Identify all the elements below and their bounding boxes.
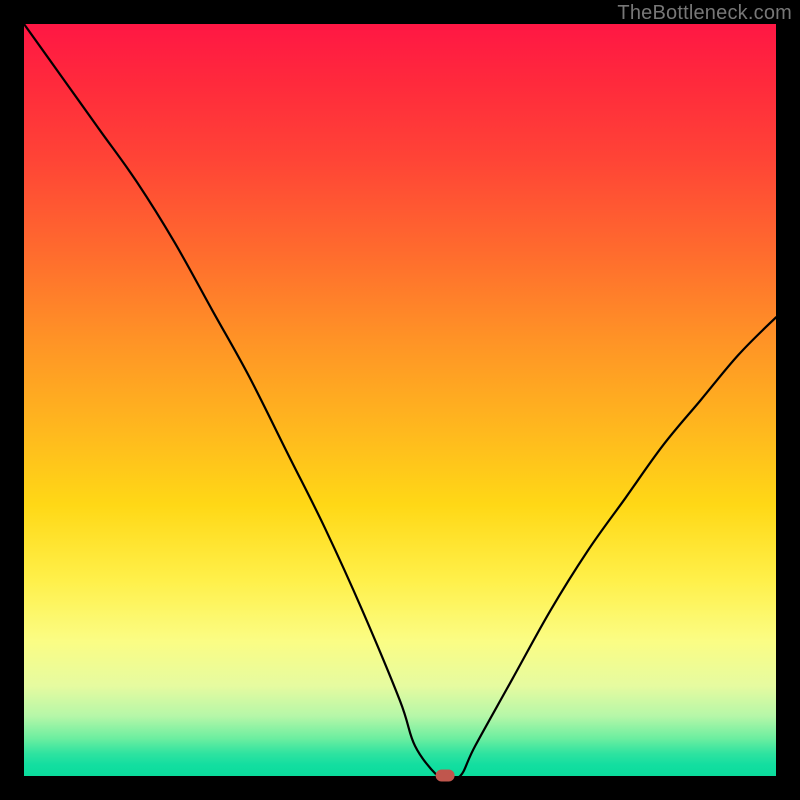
bottleneck-curve bbox=[24, 24, 776, 778]
chart-frame: TheBottleneck.com bbox=[0, 0, 800, 800]
watermark-text: TheBottleneck.com bbox=[617, 2, 792, 25]
chart-plot-area bbox=[24, 24, 776, 776]
chart-svg bbox=[24, 24, 776, 776]
min-marker bbox=[436, 770, 454, 781]
